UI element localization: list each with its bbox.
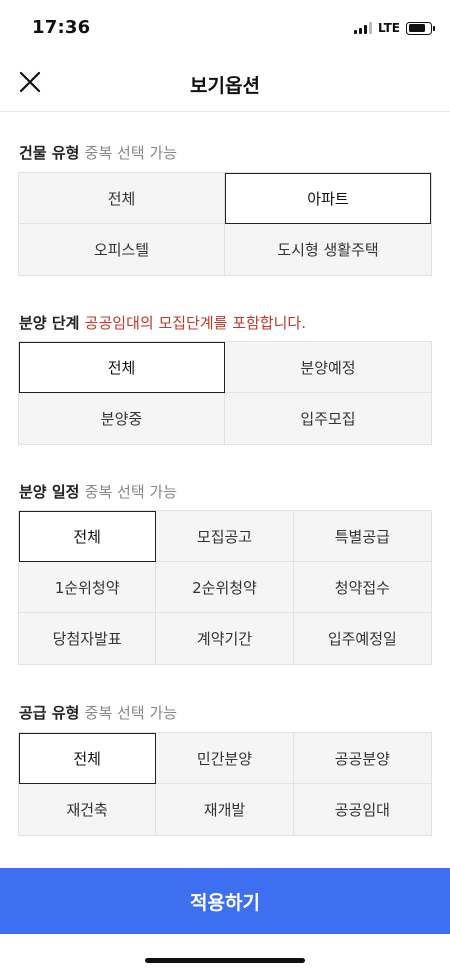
status-bar: 17:36 LTE bbox=[0, 0, 450, 54]
option-button[interactable]: 도시형 생활주택 bbox=[225, 224, 431, 275]
header: 보기옵션 bbox=[0, 54, 450, 112]
sale-schedule-options: 전체 모집공고 특별공급 1순위청약 2순위청약 청약접수당첨자발표 계약기간 입주예정일 bbox=[18, 510, 432, 665]
supply-type-note: 중복 선택 가능 bbox=[84, 704, 178, 722]
option-button[interactable]: 전체 bbox=[19, 342, 225, 393]
building-type-note: 중복 선택 가능 bbox=[84, 144, 178, 162]
option-button[interactable]: 계약기간 bbox=[156, 613, 294, 664]
home-indicator bbox=[145, 958, 305, 963]
option-button[interactable]: 모집공고 bbox=[156, 511, 294, 562]
supply-type-options: 전체 민간분양 공공분양재건축 재개발 공공임대 bbox=[18, 732, 432, 836]
battery-icon bbox=[406, 21, 435, 35]
building-type-label: 건물 유형 bbox=[19, 144, 80, 162]
sale-stage-options: 전체 분양예정 분양중 입주모집 bbox=[18, 341, 432, 445]
building-type-title: 건물 유형 중복 선택 가능 bbox=[19, 142, 177, 163]
option-button[interactable]: 입주예정일 bbox=[293, 613, 431, 664]
option-button[interactable]: 공공분양 bbox=[293, 733, 431, 784]
building-type-options: 전체 아파트 오피스텔 도시형 생활주택 bbox=[18, 172, 432, 276]
option-button[interactable]: 오피스텔 bbox=[19, 224, 225, 275]
option-button[interactable]: 청약접수 bbox=[293, 562, 431, 613]
sale-schedule-title: 분양 일정 중복 선택 가능 bbox=[19, 481, 177, 502]
status-indicators: LTE bbox=[353, 20, 435, 36]
supply-type-title: 공급 유형 중복 선택 가능 bbox=[19, 702, 177, 723]
sale-stage-label: 분양 단계 bbox=[19, 314, 80, 332]
option-button[interactable]: 재개발 bbox=[156, 784, 294, 835]
option-button[interactable]: 입주모집 bbox=[225, 393, 431, 444]
sale-schedule-note: 중복 선택 가능 bbox=[84, 483, 178, 501]
network-label: LTE bbox=[377, 21, 400, 35]
option-button[interactable]: 2순위청약 bbox=[156, 562, 294, 613]
option-button[interactable]: 분양중 bbox=[19, 393, 225, 444]
option-button[interactable]: 당첨자발표 bbox=[19, 613, 157, 664]
apply-button[interactable]: 적용하기 bbox=[0, 868, 450, 934]
option-button[interactable]: 전체 bbox=[19, 173, 225, 224]
supply-type-label: 공급 유형 bbox=[19, 704, 80, 722]
option-button[interactable]: 재건축 bbox=[19, 784, 157, 835]
option-button[interactable]: 분양예정 bbox=[225, 342, 431, 393]
sale-schedule-label: 분양 일정 bbox=[19, 483, 80, 501]
option-button[interactable]: 1순위청약 bbox=[19, 562, 157, 613]
option-button[interactable]: 전체 bbox=[19, 511, 157, 562]
option-button[interactable]: 특별공급 bbox=[293, 511, 431, 562]
option-button[interactable]: 전체 bbox=[19, 733, 157, 784]
signal-icon bbox=[353, 22, 372, 34]
sale-stage-note: 공공임대의 모집단계를 포함합니다. bbox=[84, 314, 306, 332]
sale-stage-title: 분양 단계 공공임대의 모집단계를 포함합니다. bbox=[19, 312, 306, 333]
option-button[interactable]: 아파트 bbox=[225, 173, 431, 224]
status-time: 17:36 bbox=[32, 17, 91, 38]
option-button[interactable]: 공공임대 bbox=[293, 784, 431, 835]
page-title: 보기옵션 bbox=[190, 75, 260, 97]
option-button[interactable]: 민간분양 bbox=[156, 733, 294, 784]
